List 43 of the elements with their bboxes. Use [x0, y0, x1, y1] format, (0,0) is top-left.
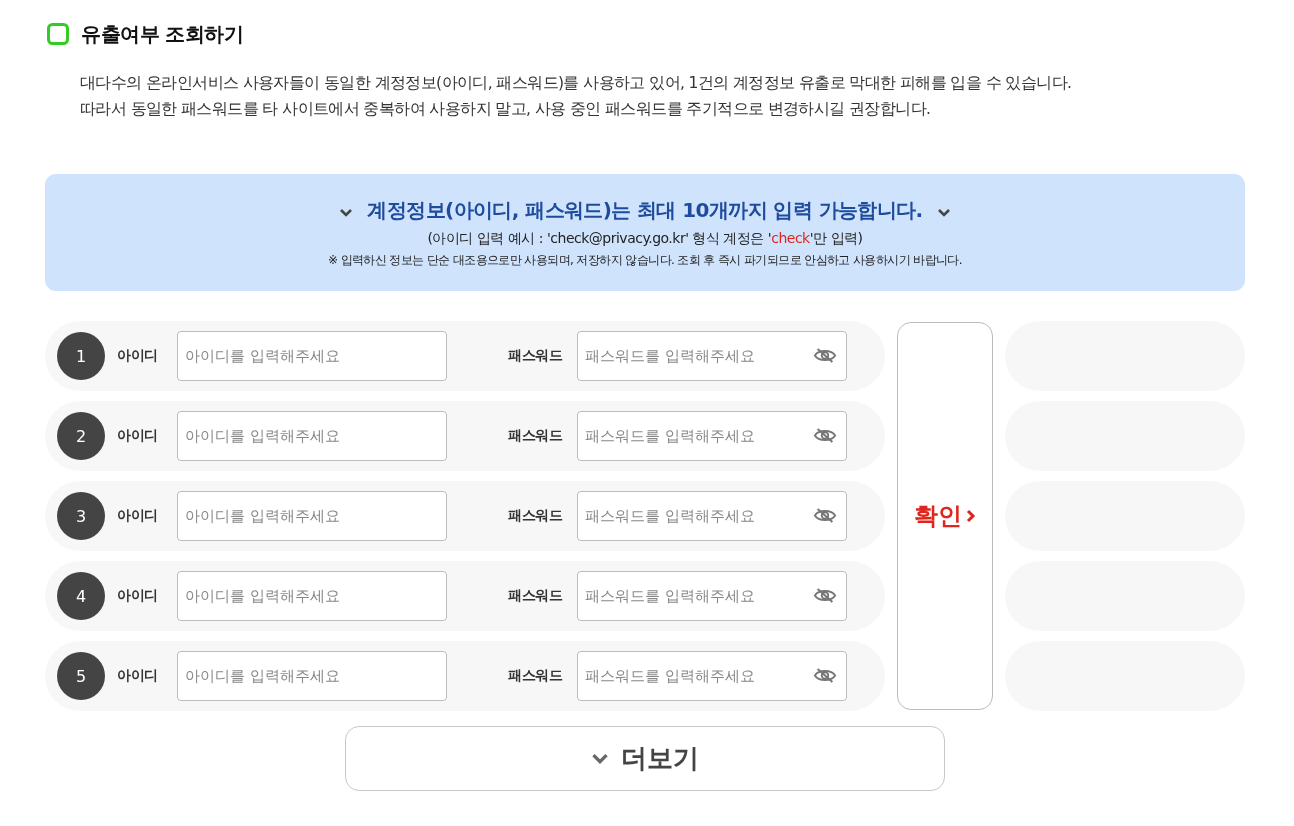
row-number: 2: [57, 412, 105, 460]
id-label: 아이디: [117, 587, 159, 605]
input-example-text: (아이디 입력 예시 : 'check@privacy.go.kr' 형식 계정은 'check'만 입력): [427, 230, 863, 248]
id-input[interactable]: 아이디를 입력해주세요: [177, 331, 447, 381]
section-title: 유출여부 조회하기: [81, 20, 244, 48]
id-label: 아이디: [117, 347, 159, 365]
id-label: 아이디: [117, 427, 159, 445]
password-input[interactable]: 패스워드를 입력해주세요: [577, 491, 847, 541]
eye-slash-icon[interactable]: [813, 347, 837, 364]
eye-slash-icon[interactable]: [813, 427, 837, 444]
id-input[interactable]: 아이디를 입력해주세요: [177, 411, 447, 461]
chevron-down-icon: [591, 752, 609, 765]
password-label: 패스워드: [508, 427, 564, 445]
eye-slash-icon[interactable]: [813, 507, 837, 524]
more-button[interactable]: 더보기: [345, 726, 945, 791]
chevron-down-icon: [936, 207, 951, 218]
description-text: 대다수의 온라인서비스 사용자들이 동일한 계정정보(아이디, 패스워드)를 사용하고 있어, 1건의 계정정보 유출로 막대한 피해를 입을 수 있습니다.: [80, 73, 1072, 94]
row-number: 3: [57, 492, 105, 540]
password-input[interactable]: 패스워드를 입력해주세요: [577, 651, 847, 701]
row-number: 5: [57, 652, 105, 700]
id-input[interactable]: 아이디를 입력해주세요: [177, 491, 447, 541]
eye-slash-icon[interactable]: [813, 667, 837, 684]
id-label: 아이디: [117, 507, 159, 525]
row-number: 4: [57, 572, 105, 620]
password-label: 패스워드: [508, 507, 564, 525]
square-outline-icon: [47, 23, 69, 45]
row-number: 1: [57, 332, 105, 380]
confirm-button[interactable]: 확인: [897, 322, 993, 710]
password-input[interactable]: 패스워드를 입력해주세요: [577, 571, 847, 621]
id-label: 아이디: [117, 667, 159, 685]
id-input[interactable]: 아이디를 입력해주세요: [177, 571, 447, 621]
eye-slash-icon[interactable]: [813, 587, 837, 604]
password-label: 패스워드: [508, 587, 564, 605]
password-input[interactable]: 패스워드를 입력해주세요: [577, 331, 847, 381]
notice-heading: 계정정보(아이디, 패스워드)는 최대 10개까지 입력 가능합니다.: [367, 197, 923, 224]
password-label: 패스워드: [508, 347, 564, 365]
password-input[interactable]: 패스워드를 입력해주세요: [577, 411, 847, 461]
id-input[interactable]: 아이디를 입력해주세요: [177, 651, 447, 701]
description-text: 따라서 동일한 패스워드를 타 사이트에서 중복하여 사용하지 말고, 사용 중인 패스워드를 주기적으로 변경하시길 권장합니다.: [80, 99, 931, 120]
notice-note: ※ 입력하신 정보는 단순 대조용으로만 사용되며, 저장하지 않습니다. 조회 후 즉시 파기되므로 안심하고 사용하시기 바랍니다.: [327, 252, 963, 269]
password-label: 패스워드: [508, 667, 564, 685]
chevron-down-icon: [339, 207, 354, 218]
chevron-right-icon: [966, 509, 976, 523]
